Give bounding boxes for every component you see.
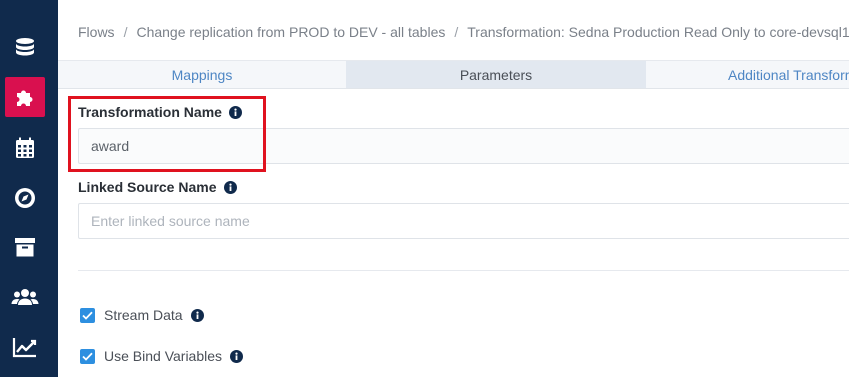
compass-icon (15, 188, 35, 208)
sidebar-item-archive[interactable] (5, 227, 45, 267)
calendar-icon (16, 137, 34, 158)
sidebar (0, 0, 58, 377)
use-bind-variables-option: Use Bind Variables (80, 348, 244, 364)
sidebar-item-transformations[interactable] (5, 77, 45, 117)
archive-icon (15, 238, 35, 257)
users-icon (11, 289, 39, 305)
highlight-box (68, 96, 266, 172)
app-root: Flows / Change replication from PROD to … (0, 0, 849, 377)
puzzle-icon (17, 90, 33, 106)
sidebar-item-explore[interactable] (5, 178, 45, 218)
breadcrumb-separator: / (454, 24, 459, 40)
breadcrumb: Flows / Change replication from PROD to … (78, 22, 849, 42)
sidebar-item-analytics[interactable] (5, 327, 45, 367)
sidebar-item-users[interactable] (5, 277, 45, 317)
section-divider (78, 270, 849, 271)
tab-parameters[interactable]: Parameters (346, 61, 646, 88)
use-bind-variables-label: Use Bind Variables (104, 348, 223, 364)
linked-source-name-placeholder: Enter linked source name (91, 213, 250, 229)
linked-source-name-label-text: Linked Source Name (78, 179, 217, 195)
linked-source-name-label: Linked Source Name (78, 179, 237, 195)
info-icon[interactable] (190, 308, 204, 322)
tab-additional-transform[interactable]: Additional Transform (646, 61, 849, 88)
use-bind-variables-checkbox[interactable] (80, 348, 95, 364)
main-content: Flows / Change replication from PROD to … (58, 0, 849, 377)
sidebar-item-database[interactable] (5, 28, 45, 68)
stream-data-checkbox[interactable] (80, 307, 95, 323)
tab-mappings[interactable]: Mappings (58, 61, 346, 88)
linked-source-name-field[interactable]: Enter linked source name (78, 203, 849, 239)
sidebar-item-calendar[interactable] (5, 128, 45, 168)
breadcrumb-flow[interactable]: Change replication from PROD to DEV - al… (136, 24, 445, 40)
tab-bar: Mappings Parameters Additional Transform (58, 61, 849, 89)
info-icon[interactable] (230, 349, 244, 363)
info-icon[interactable] (223, 180, 237, 194)
breadcrumb-flows[interactable]: Flows (78, 24, 115, 40)
breadcrumb-transformation: Transformation: Sedna Production Read On… (467, 24, 849, 40)
database-icon (16, 38, 34, 56)
stream-data-label: Stream Data (104, 307, 183, 323)
stream-data-option: Stream Data (80, 307, 204, 323)
chart-line-icon (12, 338, 37, 358)
breadcrumb-separator: / (123, 24, 128, 40)
